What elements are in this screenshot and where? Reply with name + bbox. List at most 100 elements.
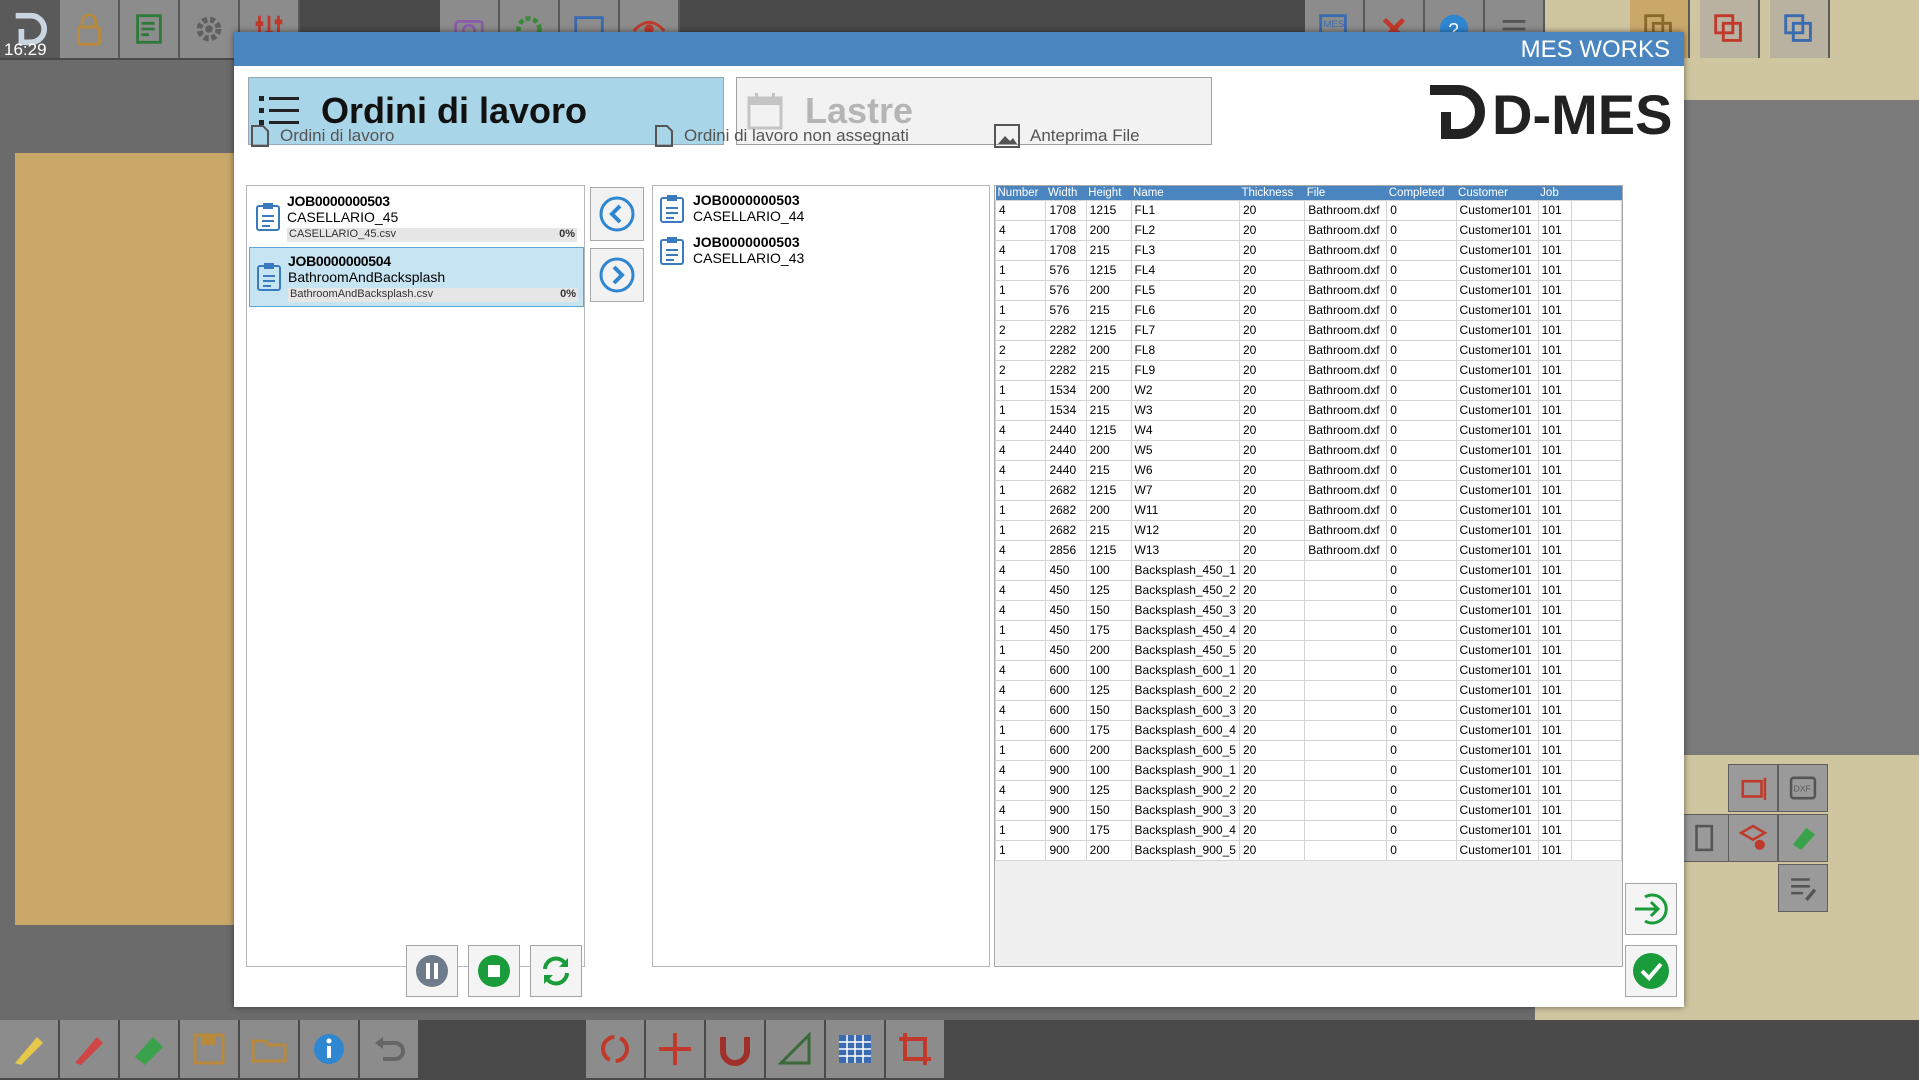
- table-cell: 101: [1537, 380, 1572, 401]
- move-left-button[interactable]: [590, 187, 644, 241]
- column-header[interactable]: Job: [1538, 186, 1572, 201]
- rotate-icon[interactable]: [586, 1020, 644, 1078]
- table-row[interactable]: 4 900 100 Backsplash_900_1 20 0 Customer101 101: [995, 760, 1622, 781]
- table-cell: 4: [995, 240, 1047, 261]
- stop-button[interactable]: [468, 945, 520, 997]
- table-cell: Customer101: [1455, 320, 1539, 341]
- table-row[interactable]: 4 2440 1215 W4 20 Bathroom.dxf 0 Customer101 101: [995, 420, 1622, 441]
- copy-transfer-icon[interactable]: [1700, 0, 1760, 58]
- copy-document-icon[interactable]: [1770, 0, 1830, 58]
- undo-icon[interactable]: [360, 1020, 418, 1078]
- checklist-icon[interactable]: [120, 0, 180, 58]
- list-item[interactable]: JOB0000000503 CASELLARIO_44: [659, 190, 919, 230]
- table-row[interactable]: 4 2440 200 W5 20 Bathroom.dxf 0 Customer101 101: [995, 440, 1622, 461]
- column-header[interactable]: Name: [1131, 186, 1240, 201]
- import-button[interactable]: [1625, 883, 1677, 935]
- column-header[interactable]: File: [1304, 186, 1387, 201]
- table-cell: Bathroom.dxf: [1304, 260, 1388, 281]
- table-cell: W6: [1130, 460, 1240, 481]
- table-row[interactable]: 4 2856 1215 W13 20 Bathroom.dxf 0 Customer101 10…: [995, 540, 1622, 561]
- table-cell: 0: [1386, 600, 1457, 621]
- gear-icon[interactable]: [180, 0, 240, 58]
- table-row[interactable]: 1 576 200 FL5 20 Bathroom.dxf 0 Customer101 101: [995, 280, 1622, 301]
- column-header[interactable]: Width: [1045, 186, 1087, 201]
- orders-list[interactable]: JOB0000000503 CASELLARIO_45 CASELLARIO_4…: [246, 185, 585, 967]
- pause-button[interactable]: [406, 945, 458, 997]
- table-row[interactable]: 1 450 175 Backsplash_450_4 20 0 Customer101 101: [995, 620, 1622, 641]
- table-cell: Customer101: [1455, 780, 1539, 801]
- table-row[interactable]: 4 600 150 Backsplash_600_3 20 0 Customer101 101: [995, 700, 1622, 721]
- table-row[interactable]: 1 450 200 Backsplash_450_5 20 0 Customer101 101: [995, 640, 1622, 661]
- table-row[interactable]: 1 2682 215 W12 20 Bathroom.dxf 0 Customer101 101: [995, 520, 1622, 541]
- table-cell: 576: [1045, 300, 1087, 321]
- table-row[interactable]: 2 2282 200 FL8 20 Bathroom.dxf 0 Customer101 101: [995, 340, 1622, 361]
- unassigned-list[interactable]: JOB0000000503 CASELLARIO_44 JOB000000050…: [652, 185, 990, 967]
- list-item[interactable]: JOB0000000503 CASELLARIO_45 CASELLARIO_4…: [249, 188, 582, 246]
- table-cell: 4: [995, 780, 1047, 801]
- table-row[interactable]: 4 450 100 Backsplash_450_1 20 0 Customer101 101: [995, 560, 1622, 581]
- table-row[interactable]: 1 2682 200 W11 20 Bathroom.dxf 0 Customer101 101: [995, 500, 1622, 521]
- grid-icon[interactable]: [826, 1020, 884, 1078]
- resize-icon[interactable]: [1728, 764, 1778, 812]
- move-icon[interactable]: [646, 1020, 704, 1078]
- table-cell: 20: [1238, 720, 1306, 741]
- job-id: JOB0000000504: [288, 253, 391, 269]
- table-row[interactable]: 1 576 1215 FL4 20 Bathroom.dxf 0 Customer101 101: [995, 260, 1622, 281]
- refresh-button[interactable]: [530, 945, 582, 997]
- list-item[interactable]: JOB0000000503 CASELLARIO_43: [659, 232, 919, 272]
- table-row[interactable]: 4 600 100 Backsplash_600_1 20 0 Customer101 101: [995, 660, 1622, 681]
- table-row[interactable]: 4 1708 215 FL3 20 Bathroom.dxf 0 Customer101 101: [995, 240, 1622, 261]
- table-row[interactable]: 1 900 200 Backsplash_900_5 20 0 Customer101 101: [995, 840, 1622, 861]
- table-row[interactable]: 4 450 125 Backsplash_450_2 20 0 Customer101 101: [995, 580, 1622, 601]
- measure-icon[interactable]: [766, 1020, 824, 1078]
- column-header[interactable]: Height: [1086, 186, 1132, 201]
- table-row[interactable]: 1 1534 200 W2 20 Bathroom.dxf 0 Customer101 101: [995, 380, 1622, 401]
- column-header[interactable]: Customer: [1456, 186, 1539, 201]
- table-row[interactable]: 1 900 175 Backsplash_900_4 20 0 Customer101 101: [995, 820, 1622, 841]
- file-preview-table-container[interactable]: Number Width Height Name Thickness File Comple…: [994, 185, 1623, 967]
- table-row[interactable]: 1 2682 1215 W7 20 Bathroom.dxf 0 Customer101 101: [995, 480, 1622, 501]
- marker-icon[interactable]: [60, 1020, 118, 1078]
- device-icon[interactable]: [1680, 814, 1730, 862]
- eraser-green-icon[interactable]: [1778, 814, 1828, 862]
- info-icon[interactable]: [300, 1020, 358, 1078]
- magnet-icon[interactable]: [706, 1020, 764, 1078]
- table-row[interactable]: 2 2282 1215 FL7 20 Bathroom.dxf 0 Customer101 10…: [995, 320, 1622, 341]
- crop-icon[interactable]: [886, 1020, 944, 1078]
- table-row[interactable]: 1 600 200 Backsplash_600_5 20 0 Customer101 101: [995, 740, 1622, 761]
- folder-icon[interactable]: [240, 1020, 298, 1078]
- table-row[interactable]: 4 2440 215 W6 20 Bathroom.dxf 0 Customer101 101: [995, 460, 1622, 481]
- table-row[interactable]: 4 450 150 Backsplash_450_3 20 0 Customer101 101: [995, 600, 1622, 621]
- table-row[interactable]: 4 900 150 Backsplash_900_3 20 0 Customer101 101: [995, 800, 1622, 821]
- lock-icon[interactable]: [60, 0, 120, 58]
- table-cell-spacer: [1570, 540, 1622, 561]
- table-cell: Customer101: [1455, 280, 1539, 301]
- table-row[interactable]: 4 1708 200 FL2 20 Bathroom.dxf 0 Customer101 101: [995, 220, 1622, 241]
- column-header[interactable]: Completed: [1386, 186, 1457, 201]
- table-cell: Bathroom.dxf: [1304, 380, 1388, 401]
- table-row[interactable]: 2 2282 215 FL9 20 Bathroom.dxf 0 Customer101 101: [995, 360, 1622, 381]
- table-row[interactable]: 1 576 215 FL6 20 Bathroom.dxf 0 Customer101 101: [995, 300, 1622, 321]
- edit-list-icon[interactable]: [1778, 864, 1828, 912]
- save-icon[interactable]: [180, 1020, 238, 1078]
- list-item-selected[interactable]: JOB0000000504 BathroomAndBacksplash Bath…: [249, 247, 584, 307]
- highlighter-icon[interactable]: [0, 1020, 58, 1078]
- column-header[interactable]: Thickness: [1239, 186, 1305, 201]
- table-row[interactable]: 4 1708 1215 FL1 20 Bathroom.dxf 0 Customer101 10…: [995, 200, 1622, 221]
- delete-layers-icon[interactable]: [1728, 814, 1778, 862]
- move-right-button[interactable]: [590, 248, 644, 302]
- table-cell: 0: [1386, 340, 1457, 361]
- dxf-icon[interactable]: DXF: [1778, 764, 1828, 812]
- table-row[interactable]: 1 1534 215 W3 20 Bathroom.dxf 0 Customer101 101: [995, 400, 1622, 421]
- table-cell-spacer: [1570, 800, 1622, 821]
- confirm-button[interactable]: [1625, 945, 1677, 997]
- table-cell: 20: [1238, 300, 1306, 321]
- eraser-icon[interactable]: [120, 1020, 178, 1078]
- table-row[interactable]: 4 600 125 Backsplash_600_2 20 0 Customer101 101: [995, 680, 1622, 701]
- table-row[interactable]: 4 900 125 Backsplash_900_2 20 0 Customer101 101: [995, 780, 1622, 801]
- column-header[interactable]: Number: [995, 186, 1046, 201]
- table-cell: 101: [1537, 500, 1572, 521]
- table-cell: 20: [1238, 540, 1306, 561]
- table-cell: 20: [1238, 600, 1306, 621]
- table-row[interactable]: 1 600 175 Backsplash_600_4 20 0 Customer101 101: [995, 720, 1622, 741]
